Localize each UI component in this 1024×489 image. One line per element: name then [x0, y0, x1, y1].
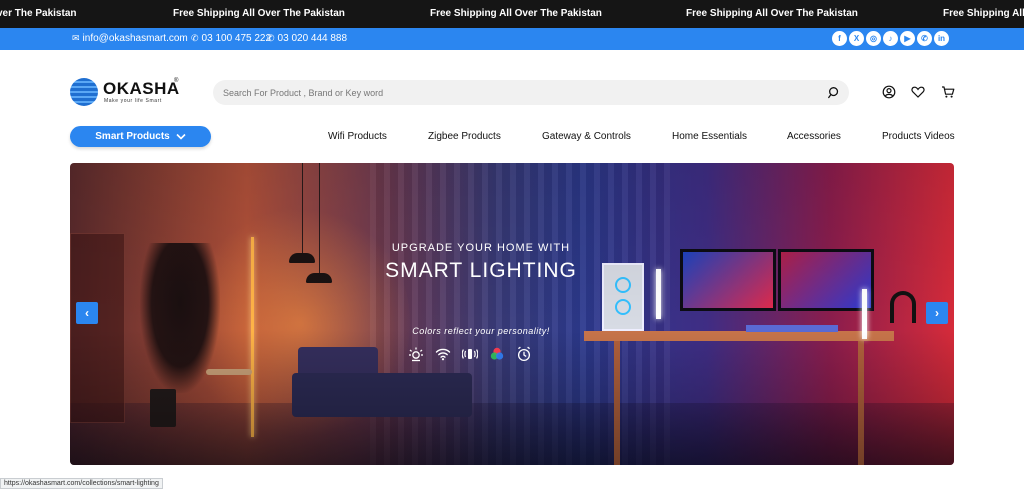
phone-icon: ✆: [267, 33, 275, 43]
site-logo[interactable]: OKASHA ® Make your life Smart: [70, 78, 190, 108]
nav-link-accessories[interactable]: Accessories: [787, 131, 841, 142]
tiktok-icon[interactable]: ♪: [883, 31, 898, 46]
banner-tagline: Colors reflect your personality!: [412, 326, 550, 336]
instagram-icon[interactable]: ◎: [866, 31, 881, 46]
logo-name: OKASHA: [103, 79, 180, 98]
phone-icon: ✆: [191, 33, 199, 43]
youtube-icon[interactable]: ▶: [900, 31, 915, 46]
sound-icon: [462, 349, 478, 359]
marquee-item: Free Shipping All O: [943, 8, 1024, 19]
marquee-item: Free Shipping All Over The Pakistan: [173, 8, 345, 19]
account-icon[interactable]: [882, 85, 896, 99]
nav-link-home-essentials[interactable]: Home Essentials: [672, 131, 747, 142]
nav-link-wifi-products[interactable]: Wifi Products: [328, 131, 387, 142]
phone-text-2: 03 020 444 888: [277, 33, 348, 44]
brightness-icon: [409, 347, 423, 362]
whatsapp-icon[interactable]: ✆: [917, 31, 932, 46]
phone-text-1: 03 100 475 222: [201, 33, 272, 44]
banner-title: SMART LIGHTING: [385, 259, 577, 282]
smart-products-button[interactable]: Smart Products: [70, 126, 211, 147]
color-icon: [490, 347, 504, 360]
facebook-icon[interactable]: f: [832, 31, 847, 46]
announcement-marquee: ver The Pakistan Free Shipping All Over …: [0, 0, 1024, 28]
email-link[interactable]: ✉ info@okashasmart.com: [72, 33, 188, 44]
social-links: f X ◎ ♪ ▶ ✆ in: [832, 31, 949, 46]
chevron-left-icon: ‹: [85, 306, 89, 320]
x-icon[interactable]: X: [849, 31, 864, 46]
nav-link-gateway-controls[interactable]: Gateway & Controls: [542, 131, 631, 142]
cart-icon[interactable]: [941, 85, 955, 99]
search-input[interactable]: [223, 84, 803, 101]
nav-link-zigbee-products[interactable]: Zigbee Products: [428, 131, 501, 142]
wishlist-heart-icon[interactable]: [911, 85, 925, 99]
banner-subtitle: UPGRADE YOUR HOME WITH: [391, 242, 571, 254]
wifi-icon: [435, 348, 451, 361]
prev-slide-button[interactable]: ‹: [76, 302, 98, 324]
timer-icon: [517, 346, 531, 362]
marquee-item: Free Shipping All Over The Pakistan: [686, 8, 858, 19]
nav-link-products-videos[interactable]: Products Videos: [882, 131, 955, 142]
linkedin-icon[interactable]: in: [934, 31, 949, 46]
marquee-item: Free Shipping All Over The Pakistan: [430, 8, 602, 19]
search-bar: [213, 80, 849, 105]
logo-tagline: Make your life Smart: [104, 98, 162, 104]
phone-link-2[interactable]: ✆ 03 020 444 888: [267, 33, 347, 44]
chevron-down-icon: [176, 133, 186, 140]
status-bar-url: https://okashasmart.com/collections/smar…: [0, 478, 163, 489]
banner-shade: [70, 163, 954, 465]
feature-icons: [408, 346, 532, 362]
phone-link-1[interactable]: ✆ 03 100 475 222: [191, 33, 271, 44]
mail-icon: ✉: [72, 33, 80, 43]
marquee-item: ver The Pakistan: [0, 8, 77, 19]
email-text: info@okashasmart.com: [82, 33, 188, 44]
hero-banner[interactable]: UPGRADE YOUR HOME WITH SMART LIGHTING Co…: [70, 163, 954, 465]
contact-bar: ✉ info@okashasmart.com ✆ 03 100 475 222 …: [0, 28, 1024, 50]
globe-logo-icon: [70, 78, 98, 106]
search-icon[interactable]: [828, 86, 841, 99]
next-slide-button[interactable]: ›: [926, 302, 948, 324]
chevron-right-icon: ›: [935, 306, 939, 320]
registered-mark: ®: [174, 78, 179, 84]
smart-products-label: Smart Products: [95, 131, 170, 142]
